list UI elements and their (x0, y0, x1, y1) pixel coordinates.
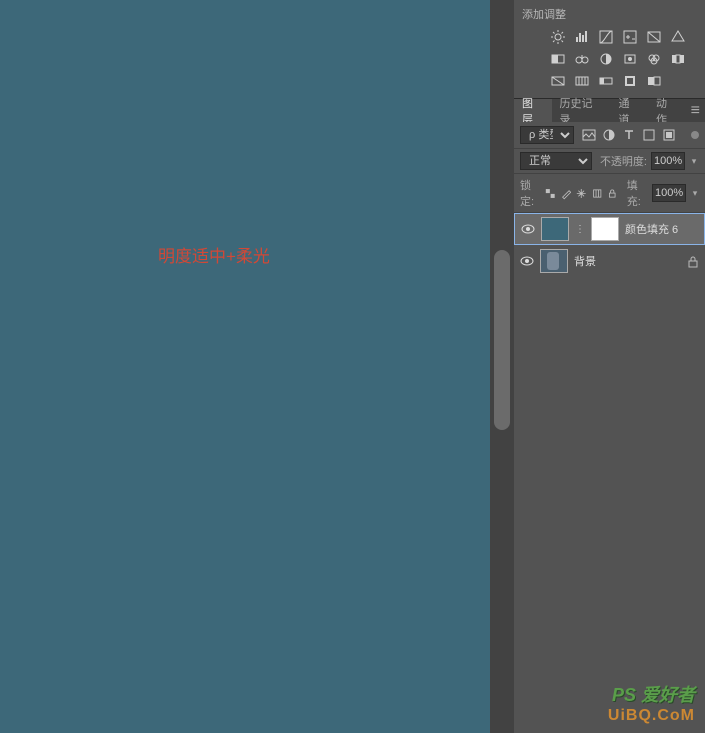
layer-row[interactable]: 背景 (514, 245, 705, 277)
layer-row[interactable]: ⋮ 颜色填充 6 (514, 213, 705, 245)
opacity-label: 不透明度: (600, 153, 647, 169)
tab-channels[interactable]: 通道 (610, 99, 648, 122)
adjustments-title: 添加调整 (514, 4, 705, 26)
watermark-line2: UiBQ.CoM (608, 707, 695, 725)
filter-pixel-icon[interactable] (582, 128, 596, 142)
lock-indicator-icon (687, 255, 699, 267)
vibrance-icon[interactable] (646, 29, 662, 45)
layer-thumbnail[interactable] (540, 249, 568, 273)
layer-link-icon: ⋮ (575, 224, 585, 235)
filter-toggle[interactable] (691, 131, 699, 139)
panel-menu-icon[interactable]: ≡ (685, 99, 705, 122)
layers-empty-area (514, 277, 705, 733)
black-white-icon[interactable] (574, 51, 590, 67)
fill-label: 填充: (627, 177, 647, 209)
tab-actions[interactable]: 动作 (648, 99, 686, 122)
tab-history[interactable]: 历史记录 (552, 99, 611, 122)
tab-layers[interactable]: 图层 (514, 99, 552, 122)
threshold-icon[interactable] (574, 73, 590, 89)
filter-adjust-icon[interactable] (602, 128, 616, 142)
layer-kind-select[interactable]: ρ 类型 (520, 126, 574, 144)
color-balance-icon[interactable] (550, 51, 566, 67)
canvas-annotation: 明度适中+柔光 (158, 242, 270, 267)
layer-name[interactable]: 颜色填充 6 (625, 221, 698, 237)
layer-name[interactable]: 背景 (574, 253, 681, 269)
opacity-dropdown-icon[interactable]: ▾ (689, 156, 699, 167)
layer-mask-thumbnail[interactable] (591, 217, 619, 241)
visibility-icon[interactable] (521, 222, 535, 236)
blend-mode-select[interactable]: 正常 (520, 152, 592, 170)
blend-bar: 正常 不透明度: ▾ (514, 149, 705, 174)
lock-bar: 锁定: 填充: ▾ (514, 174, 705, 213)
filter-shape-icon[interactable] (642, 128, 656, 142)
channel-mixer-icon[interactable] (622, 51, 638, 67)
filter-type-icon[interactable] (622, 128, 636, 142)
lock-pixels-icon[interactable] (561, 187, 572, 200)
color-lookup-icon[interactable] (646, 51, 662, 67)
levels-icon[interactable] (574, 29, 590, 45)
selective-color-icon[interactable] (622, 73, 638, 89)
layer-thumbnail[interactable] (541, 217, 569, 241)
lock-transparent-icon[interactable] (545, 187, 556, 200)
more-adjust-icon[interactable] (646, 73, 662, 89)
panel-tabs: 图层 历史记录 通道 动作 ≡ (514, 98, 705, 122)
layer-filter-bar: ρ 类型 (514, 122, 705, 149)
lock-artboard-icon[interactable] (592, 187, 603, 200)
photo-filter-icon[interactable] (598, 51, 614, 67)
watermark-line1: PS 爱好者 (608, 681, 695, 707)
adjustments-panel: 添加调整 (514, 0, 705, 98)
panels: 添加调整 图层 历史记录 通道 动作 ≡ (514, 0, 705, 733)
lock-all-icon[interactable] (607, 187, 618, 200)
fill-dropdown-icon[interactable]: ▾ (691, 188, 699, 199)
filter-smart-icon[interactable] (662, 128, 676, 142)
lock-position-icon[interactable] (576, 187, 587, 200)
posterize-icon[interactable] (550, 73, 566, 89)
fill-input[interactable] (652, 184, 686, 202)
gradient-map-icon[interactable] (598, 73, 614, 89)
brightness-contrast-icon[interactable] (550, 29, 566, 45)
lock-label: 锁定: (520, 177, 540, 209)
hue-sat-icon[interactable] (670, 29, 686, 45)
exposure-icon[interactable] (622, 29, 638, 45)
canvas[interactable]: 明度适中+柔光 (0, 0, 490, 733)
layers-list: ⋮ 颜色填充 6 背景 (514, 213, 705, 277)
vertical-scrollbar[interactable] (490, 0, 514, 733)
invert-icon[interactable] (670, 51, 686, 67)
watermark: PS 爱好者 UiBQ.CoM (608, 681, 695, 725)
curves-icon[interactable] (598, 29, 614, 45)
visibility-icon[interactable] (520, 254, 534, 268)
opacity-input[interactable] (651, 152, 685, 170)
